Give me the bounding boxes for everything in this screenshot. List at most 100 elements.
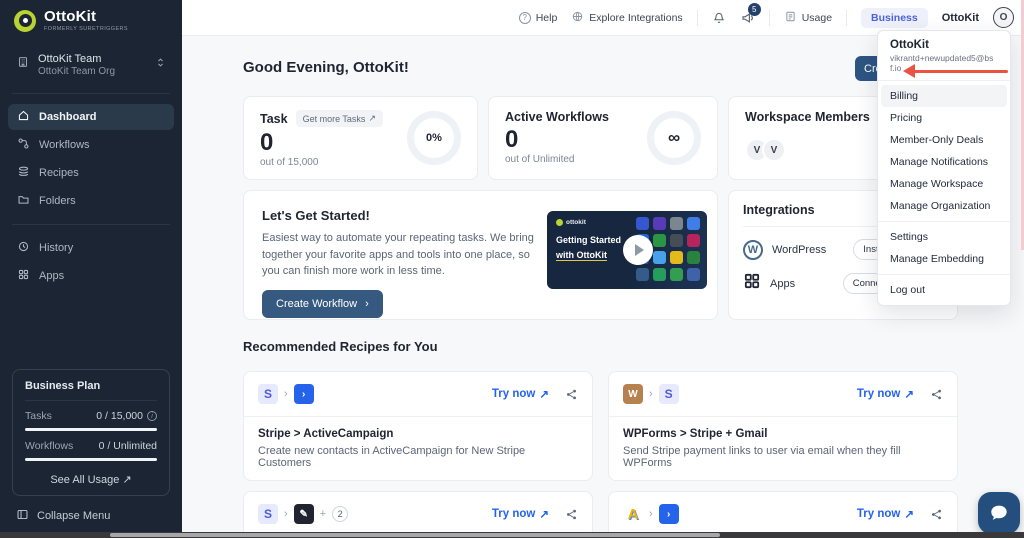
nav-label: Workflows <box>39 139 90 151</box>
wpforms-icon: W <box>623 384 643 404</box>
try-now-link[interactable]: Try now↗ <box>492 507 549 521</box>
task-title: Task <box>260 112 288 126</box>
arrow-up-right-icon: ↗ <box>904 507 914 521</box>
menu-item-manage-embedding[interactable]: Manage Embedding <box>878 248 1010 270</box>
sidebar-item-workflows[interactable]: Workflows <box>8 132 174 158</box>
getting-started-video-thumbnail[interactable]: ottokit Getting Started with OttoKit <box>547 211 707 289</box>
account-avatar[interactable]: O <box>993 7 1014 28</box>
wordpress-icon: W <box>743 240 763 260</box>
create-workflow-button[interactable]: Create Workflow› <box>262 290 383 318</box>
workspace-selector[interactable]: OttoKit Team OttoKit Team Org <box>10 46 172 83</box>
stripe-icon: S <box>258 384 278 404</box>
task-count: 0 <box>260 130 383 156</box>
app-tile-icon <box>687 234 700 247</box>
try-now-link[interactable]: Try now↗ <box>492 387 549 401</box>
info-icon[interactable]: i <box>147 411 157 421</box>
app-tile-icon <box>687 251 700 264</box>
menu-item-settings[interactable]: Settings <box>878 226 1010 248</box>
integration-name: WordPress <box>772 244 826 256</box>
share-icon[interactable] <box>930 388 943 401</box>
recipe-card-googleads-activecampaign: A › › Try now↗ <box>608 491 958 538</box>
menu-item-billing[interactable]: Billing <box>881 85 1007 107</box>
sidebar-divider <box>12 93 170 94</box>
sidebar-item-recipes[interactable]: Recipes <box>8 160 174 186</box>
recipe-title: WPForms > Stripe + Gmail <box>623 428 943 440</box>
app-tile-icon <box>636 217 649 230</box>
help-button[interactable]: ? Help <box>519 12 558 24</box>
chevron-separator: › <box>649 508 653 520</box>
help-icon: ? <box>519 12 531 24</box>
external-link-icon: ↗ <box>368 113 376 124</box>
arrow-up-right-icon: ↗ <box>539 507 549 521</box>
scrollbar-thumb[interactable] <box>110 533 720 537</box>
greeting-heading: Good Evening, OttoKit! <box>243 59 409 76</box>
see-all-usage-link[interactable]: See All Usage ↗ <box>25 473 157 486</box>
horizontal-scrollbar <box>0 532 1024 538</box>
chat-widget-button[interactable] <box>978 492 1020 534</box>
workspace-org: OttoKit Team Org <box>38 66 115 77</box>
sidebar-item-folders[interactable]: Folders <box>8 188 174 214</box>
app-tile-icon <box>670 251 683 264</box>
nav-label: Folders <box>39 195 76 207</box>
menu-item-log-out[interactable]: Log out <box>878 279 1010 301</box>
nav-label: Recipes <box>39 167 79 179</box>
app-tile-icon <box>636 268 649 281</box>
menu-item-member-only-deals[interactable]: Member-Only Deals <box>878 129 1010 151</box>
play-icon <box>635 244 644 256</box>
arrow-up-right-icon: ↗ <box>539 387 549 401</box>
topbar-divider <box>846 10 847 26</box>
app-tile-icon <box>653 217 666 230</box>
explore-label: Explore Integrations <box>589 12 682 24</box>
app-tile-icon <box>653 234 666 247</box>
notifications-bell-button[interactable] <box>712 11 726 25</box>
menu-item-pricing[interactable]: Pricing <box>878 107 1010 129</box>
grid-icon <box>17 268 30 284</box>
try-now-link[interactable]: Try now↗ <box>857 507 914 521</box>
help-label: Help <box>536 12 558 24</box>
getting-started-row: Let's Get Started! Easiest way to automa… <box>243 190 958 320</box>
notification-count-badge: 5 <box>748 3 761 16</box>
explore-integrations-button[interactable]: Explore Integrations <box>571 10 682 26</box>
ottokit-logo-icon <box>556 219 563 226</box>
chevron-updown-icon <box>155 56 166 74</box>
activecampaign-icon: › <box>294 384 314 404</box>
brand-tagline: formerly SureTriggers <box>44 26 128 32</box>
history-icon <box>17 240 30 256</box>
collapse-label: Collapse Menu <box>37 510 110 522</box>
getting-started-card: Let's Get Started! Easiest way to automa… <box>243 190 718 320</box>
play-button[interactable] <box>623 235 653 265</box>
home-icon <box>17 109 30 125</box>
share-icon[interactable] <box>930 508 943 521</box>
get-more-tasks-link[interactable]: Get more Tasks↗ <box>296 110 383 127</box>
app-tile-icon <box>670 234 683 247</box>
usage-button[interactable]: Usage <box>784 10 832 26</box>
sidebar-nav-primary: Dashboard Workflows Recipes Folders <box>0 104 182 214</box>
activecampaign-icon: › <box>659 504 679 524</box>
workflows-progress-bar <box>25 458 157 461</box>
share-icon[interactable] <box>565 388 578 401</box>
menu-item-manage-workspace[interactable]: Manage Workspace <box>878 173 1010 195</box>
ottokit-logo-icon <box>14 10 36 32</box>
active-workflows-card: Active Workflows 0 out of Unlimited ∞ <box>488 96 718 180</box>
sidebar-item-dashboard[interactable]: Dashboard <box>8 104 174 130</box>
workflows-usage-value: 0 / Unlimited <box>99 440 157 452</box>
stripe-icon: S <box>258 504 278 524</box>
app-logo: OttoKit formerly SureTriggers <box>0 0 182 38</box>
menu-item-manage-notifications[interactable]: Manage Notifications <box>878 151 1010 173</box>
share-icon[interactable] <box>565 508 578 521</box>
recipe-description: Send Stripe payment links to user via em… <box>623 445 943 469</box>
topbar-divider <box>697 10 698 26</box>
sidebar-item-apps[interactable]: Apps <box>8 263 174 289</box>
menu-item-manage-organization[interactable]: Manage Organization <box>878 195 1010 217</box>
avatar[interactable]: V <box>762 138 786 162</box>
recipe-card-stripe-notes: S › ✎ + 2 Try now↗ <box>243 491 593 538</box>
announcements-button[interactable]: 5 <box>740 10 755 25</box>
plan-badge[interactable]: Business <box>861 8 928 28</box>
workflows-title: Active Workflows <box>505 110 609 124</box>
try-now-link[interactable]: Try now↗ <box>857 387 914 401</box>
app-tile-icon <box>653 251 666 264</box>
layers-icon <box>17 165 30 181</box>
sidebar-item-history[interactable]: History <box>8 235 174 261</box>
app-tile-icon <box>687 217 700 230</box>
app-tile-icon <box>687 268 700 281</box>
